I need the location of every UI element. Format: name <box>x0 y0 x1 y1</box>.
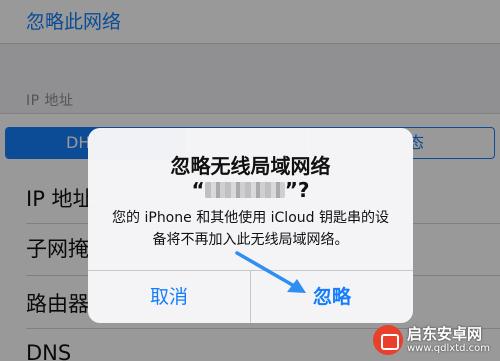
alert-network-name: “ ”? <box>88 178 413 202</box>
alert-message: 您的 iPhone 和其他使用 iCloud 钥匙串的设备将不再加入此无线局域网… <box>112 210 389 248</box>
site-watermark: 启东安卓网 www.qdlxtd.com <box>373 321 497 359</box>
ignore-button[interactable]: 忽略 <box>251 271 413 323</box>
ssid-close-quote: ”? <box>284 178 310 202</box>
cancel-button[interactable]: 取消 <box>88 271 250 323</box>
forget-network-alert: 忽略无线局域网络 “ ”? 您的 iPhone 和其他使用 iCloud 钥匙串的… <box>88 128 413 323</box>
alert-title: 忽略无线局域网络 <box>170 154 331 178</box>
watermark-url: www.qdlxtd.com <box>407 343 490 354</box>
watermark-name: 启东安卓网 <box>407 325 483 343</box>
watermark-logo-icon <box>373 325 403 355</box>
redacted-ssid <box>204 182 285 198</box>
ssid-open-quote: “ <box>191 178 205 202</box>
